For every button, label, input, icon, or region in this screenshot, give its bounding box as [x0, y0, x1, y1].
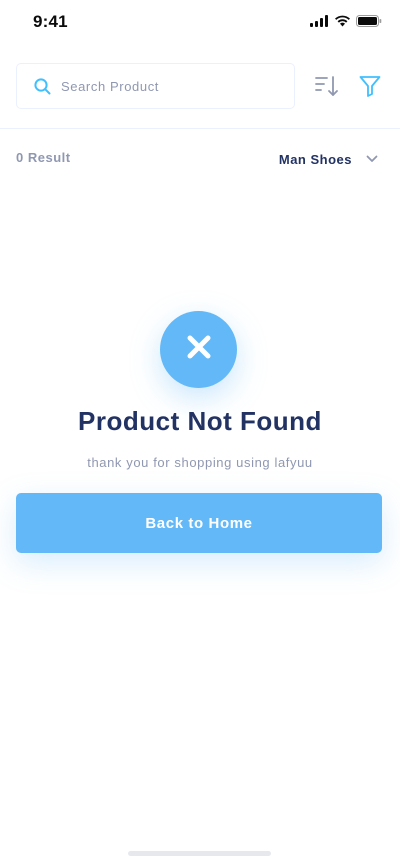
search-icon: [33, 77, 51, 95]
not-found-badge: [160, 311, 237, 388]
wifi-icon: [334, 14, 351, 32]
empty-state-subtitle: thank you for shopping using lafyuu: [87, 455, 313, 470]
filter-button[interactable]: [357, 75, 383, 101]
close-icon: [186, 334, 212, 365]
cellular-signal-icon: [310, 14, 329, 32]
sort-button[interactable]: [314, 75, 340, 101]
search-input[interactable]: [59, 77, 263, 95]
header-divider: [0, 128, 400, 129]
search-box[interactable]: [16, 63, 295, 109]
filter-icon: [359, 75, 381, 102]
battery-icon: [356, 14, 382, 32]
back-to-home-button[interactable]: Back to Home: [16, 493, 382, 553]
product-search-screen: 9:41 Search Product 0 Result Man Shoes P…: [0, 0, 400, 864]
home-indicator: [128, 851, 271, 856]
search-row: [16, 63, 384, 111]
status-icons: [310, 14, 382, 32]
status-bar: 9:41: [0, 0, 400, 44]
status-time: 9:41: [33, 12, 68, 31]
empty-state-title: Product Not Found: [78, 406, 322, 436]
category-dropdown[interactable]: Man Shoes: [279, 150, 378, 168]
category-label: Man Shoes: [278, 151, 352, 167]
sort-icon: [315, 75, 339, 102]
chevron-down-icon: [366, 150, 378, 168]
result-count: 0 Result: [16, 150, 71, 165]
